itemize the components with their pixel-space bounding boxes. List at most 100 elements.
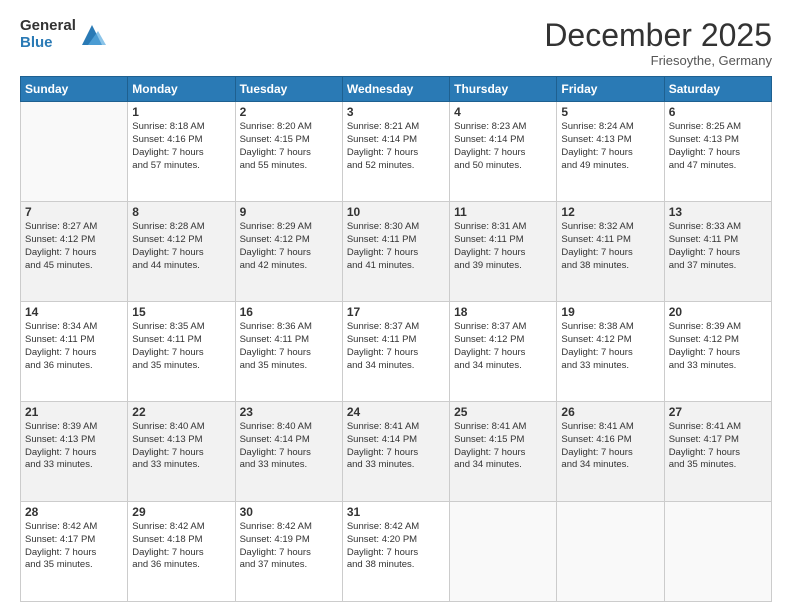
col-sunday: Sunday (21, 77, 128, 102)
day-info: Sunrise: 8:34 AM Sunset: 4:11 PM Dayligh… (25, 321, 123, 372)
day-info: Sunrise: 8:30 AM Sunset: 4:11 PM Dayligh… (347, 221, 445, 272)
table-row: 15Sunrise: 8:35 AM Sunset: 4:11 PM Dayli… (128, 302, 235, 402)
table-row: 13Sunrise: 8:33 AM Sunset: 4:11 PM Dayli… (664, 202, 771, 302)
day-number: 16 (240, 305, 338, 319)
table-row: 26Sunrise: 8:41 AM Sunset: 4:16 PM Dayli… (557, 402, 664, 502)
calendar-week-row: 1 Sunrise: 8:18 AM Sunset: 4:16 PM Daylig… (21, 102, 772, 202)
col-saturday: Saturday (664, 77, 771, 102)
table-row: 6 Sunrise: 8:25 AM Sunset: 4:13 PM Daylig… (664, 102, 771, 202)
day-info: Sunrise: 8:42 AM Sunset: 4:17 PM Dayligh… (25, 521, 123, 572)
day-number: 10 (347, 205, 445, 219)
day-info: Sunrise: 8:41 AM Sunset: 4:15 PM Dayligh… (454, 421, 552, 472)
table-row: 11Sunrise: 8:31 AM Sunset: 4:11 PM Dayli… (450, 202, 557, 302)
day-number: 6 (669, 105, 767, 119)
table-row: 29Sunrise: 8:42 AM Sunset: 4:18 PM Dayli… (128, 502, 235, 602)
day-info: Sunrise: 8:39 AM Sunset: 4:13 PM Dayligh… (25, 421, 123, 472)
table-row: 27 Sunrise: 8:41 AM Sunset: 4:17 PM Dayli… (664, 402, 771, 502)
day-number: 18 (454, 305, 552, 319)
day-number: 12 (561, 205, 659, 219)
col-friday: Friday (557, 77, 664, 102)
day-number: 15 (132, 305, 230, 319)
table-row: 3Sunrise: 8:21 AM Sunset: 4:14 PM Daylig… (342, 102, 449, 202)
day-info: Sunrise: 8:39 AM Sunset: 4:12 PM Dayligh… (669, 321, 767, 372)
calendar-header-row: Sunday Monday Tuesday Wednesday Thursday… (21, 77, 772, 102)
table-row: 22 Sunrise: 8:40 AM Sunset: 4:13 PM Dayli… (128, 402, 235, 502)
table-row: 5 Sunrise: 8:24 AM Sunset: 4:13 PM Daylig… (557, 102, 664, 202)
table-row: 24 Sunrise: 8:41 AM Sunset: 4:14 PM Dayli… (342, 402, 449, 502)
day-number: 29 (132, 505, 230, 519)
month-title: December 2025 (544, 18, 772, 53)
table-row: 7 Sunrise: 8:27 AM Sunset: 4:12 PM Daylig… (21, 202, 128, 302)
col-thursday: Thursday (450, 77, 557, 102)
table-row: 17Sunrise: 8:37 AM Sunset: 4:11 PM Dayli… (342, 302, 449, 402)
table-row: 12 Sunrise: 8:32 AM Sunset: 4:11 PM Dayli… (557, 202, 664, 302)
day-info: Sunrise: 8:41 AM Sunset: 4:17 PM Dayligh… (669, 421, 767, 472)
day-info: Sunrise: 8:40 AM Sunset: 4:14 PM Dayligh… (240, 421, 338, 472)
day-number: 8 (132, 205, 230, 219)
day-number: 3 (347, 105, 445, 119)
day-number: 31 (347, 505, 445, 519)
logo-general: General (20, 18, 76, 35)
day-info: Sunrise: 8:42 AM Sunset: 4:20 PM Dayligh… (347, 521, 445, 572)
table-row (21, 102, 128, 202)
table-row: 23 Sunrise: 8:40 AM Sunset: 4:14 PM Dayli… (235, 402, 342, 502)
table-row: 4Sunrise: 8:23 AM Sunset: 4:14 PM Daylig… (450, 102, 557, 202)
day-number: 7 (25, 205, 123, 219)
day-number: 1 (132, 105, 230, 119)
day-info: Sunrise: 8:40 AM Sunset: 4:13 PM Dayligh… (132, 421, 230, 472)
day-info: Sunrise: 8:23 AM Sunset: 4:14 PM Dayligh… (454, 121, 552, 172)
table-row (557, 502, 664, 602)
day-number: 17 (347, 305, 445, 319)
day-info: Sunrise: 8:41 AM Sunset: 4:16 PM Dayligh… (561, 421, 659, 472)
day-info: Sunrise: 8:38 AM Sunset: 4:12 PM Dayligh… (561, 321, 659, 372)
day-info: Sunrise: 8:42 AM Sunset: 4:19 PM Dayligh… (240, 521, 338, 572)
day-number: 28 (25, 505, 123, 519)
location: Friesoythe, Germany (544, 53, 772, 68)
calendar-week-row: 14 Sunrise: 8:34 AM Sunset: 4:11 PM Dayli… (21, 302, 772, 402)
day-number: 5 (561, 105, 659, 119)
col-wednesday: Wednesday (342, 77, 449, 102)
day-info: Sunrise: 8:37 AM Sunset: 4:12 PM Dayligh… (454, 321, 552, 372)
table-row: 14 Sunrise: 8:34 AM Sunset: 4:11 PM Dayli… (21, 302, 128, 402)
table-row: 9Sunrise: 8:29 AM Sunset: 4:12 PM Daylig… (235, 202, 342, 302)
logo: General Blue (20, 18, 106, 51)
day-number: 25 (454, 405, 552, 419)
day-info: Sunrise: 8:31 AM Sunset: 4:11 PM Dayligh… (454, 221, 552, 272)
day-number: 14 (25, 305, 123, 319)
day-info: Sunrise: 8:28 AM Sunset: 4:12 PM Dayligh… (132, 221, 230, 272)
day-number: 21 (25, 405, 123, 419)
calendar-week-row: 21 Sunrise: 8:39 AM Sunset: 4:13 PM Dayli… (21, 402, 772, 502)
day-number: 30 (240, 505, 338, 519)
table-row: 2 Sunrise: 8:20 AM Sunset: 4:15 PM Daylig… (235, 102, 342, 202)
table-row: 25 Sunrise: 8:41 AM Sunset: 4:15 PM Dayli… (450, 402, 557, 502)
calendar-page: General Blue December 2025 Friesoythe, G… (0, 0, 792, 612)
logo-blue: Blue (20, 35, 76, 52)
day-number: 2 (240, 105, 338, 119)
table-row: 30 Sunrise: 8:42 AM Sunset: 4:19 PM Dayli… (235, 502, 342, 602)
day-number: 13 (669, 205, 767, 219)
day-info: Sunrise: 8:27 AM Sunset: 4:12 PM Dayligh… (25, 221, 123, 272)
header: General Blue December 2025 Friesoythe, G… (20, 18, 772, 68)
day-number: 19 (561, 305, 659, 319)
day-number: 27 (669, 405, 767, 419)
day-number: 24 (347, 405, 445, 419)
day-info: Sunrise: 8:25 AM Sunset: 4:13 PM Dayligh… (669, 121, 767, 172)
day-number: 23 (240, 405, 338, 419)
table-row: 1 Sunrise: 8:18 AM Sunset: 4:16 PM Daylig… (128, 102, 235, 202)
day-info: Sunrise: 8:20 AM Sunset: 4:15 PM Dayligh… (240, 121, 338, 172)
calendar-week-row: 7 Sunrise: 8:27 AM Sunset: 4:12 PM Daylig… (21, 202, 772, 302)
col-tuesday: Tuesday (235, 77, 342, 102)
logo-icon (78, 21, 106, 49)
day-number: 22 (132, 405, 230, 419)
day-info: Sunrise: 8:24 AM Sunset: 4:13 PM Dayligh… (561, 121, 659, 172)
calendar-table: Sunday Monday Tuesday Wednesday Thursday… (20, 76, 772, 602)
day-number: 9 (240, 205, 338, 219)
day-info: Sunrise: 8:18 AM Sunset: 4:16 PM Dayligh… (132, 121, 230, 172)
day-number: 20 (669, 305, 767, 319)
table-row (450, 502, 557, 602)
table-row (664, 502, 771, 602)
day-info: Sunrise: 8:41 AM Sunset: 4:14 PM Dayligh… (347, 421, 445, 472)
table-row: 8 Sunrise: 8:28 AM Sunset: 4:12 PM Daylig… (128, 202, 235, 302)
day-info: Sunrise: 8:32 AM Sunset: 4:11 PM Dayligh… (561, 221, 659, 272)
table-row: 31 Sunrise: 8:42 AM Sunset: 4:20 PM Dayli… (342, 502, 449, 602)
